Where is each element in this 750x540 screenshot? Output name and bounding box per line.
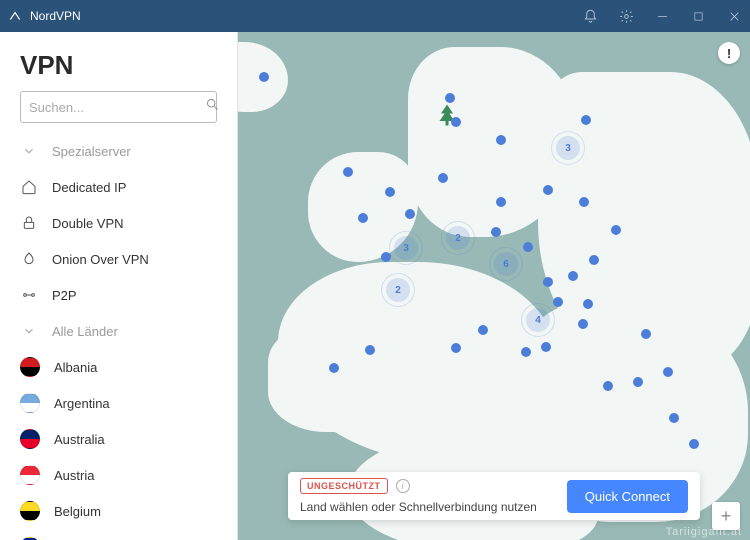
minimize-icon[interactable] — [654, 8, 670, 24]
server-onion-over-vpn[interactable]: Onion Over VPN — [0, 241, 237, 277]
bell-icon[interactable] — [582, 8, 598, 24]
section-label: Spezialserver — [52, 144, 131, 159]
server-label: Onion Over VPN — [52, 252, 149, 267]
map-marker[interactable] — [259, 72, 269, 82]
map-marker[interactable] — [583, 299, 593, 309]
chevron-down-icon — [20, 142, 38, 160]
watermark: Tariigigant.at — [666, 526, 742, 538]
server-label: Double VPN — [52, 216, 124, 231]
map-marker[interactable] — [343, 167, 353, 177]
map-marker[interactable] — [663, 367, 673, 377]
p2p-icon — [20, 286, 38, 304]
country-row[interactable]: Bosnia and Herzegovina — [0, 529, 237, 540]
map-marker[interactable] — [496, 197, 506, 207]
map-marker[interactable] — [451, 117, 461, 127]
map-cluster-marker[interactable]: 2 — [386, 278, 410, 302]
map-marker[interactable] — [669, 413, 679, 423]
map-marker[interactable] — [543, 277, 553, 287]
map-marker[interactable] — [491, 227, 501, 237]
map-marker[interactable] — [521, 347, 531, 357]
sidebar: VPN Spezialserver Dedicated IP Double VP… — [0, 32, 238, 540]
status-badge: UNGESCHÜTZT — [300, 478, 388, 494]
search-icon — [205, 97, 220, 117]
country-label: Austria — [54, 468, 94, 483]
map-cluster-marker[interactable]: 6 — [494, 252, 518, 276]
server-p2p[interactable]: P2P — [0, 277, 237, 313]
search-box[interactable] — [20, 91, 217, 123]
app-title: NordVPN — [30, 9, 81, 23]
flag-icon — [20, 393, 40, 413]
country-label: Australia — [54, 432, 105, 447]
status-bar: UNGESCHÜTZT i Land wählen oder Schnellve… — [288, 472, 700, 520]
map-marker[interactable] — [689, 439, 699, 449]
gear-icon[interactable] — [618, 8, 634, 24]
onion-icon — [20, 250, 38, 268]
map-marker[interactable] — [543, 185, 553, 195]
map-marker[interactable] — [385, 187, 395, 197]
map-marker[interactable] — [641, 329, 651, 339]
map-cluster-marker[interactable]: 3 — [394, 236, 418, 260]
country-row[interactable]: Australia — [0, 421, 237, 457]
flag-icon — [20, 501, 40, 521]
map-marker[interactable] — [405, 209, 415, 219]
alert-badge[interactable]: ! — [718, 42, 740, 64]
server-double-vpn[interactable]: Double VPN — [0, 205, 237, 241]
map-marker[interactable] — [496, 135, 506, 145]
map-marker[interactable] — [541, 342, 551, 352]
map-marker[interactable] — [523, 242, 533, 252]
flag-icon — [20, 357, 40, 377]
country-row[interactable]: Belgium — [0, 493, 237, 529]
info-icon[interactable]: i — [396, 479, 410, 493]
server-list: Spezialserver Dedicated IP Double VPN On… — [0, 133, 237, 540]
map-marker[interactable] — [451, 343, 461, 353]
map-cluster-marker[interactable]: 3 — [556, 136, 580, 160]
server-label: Dedicated IP — [52, 180, 126, 195]
titlebar: NordVPN — [0, 0, 750, 32]
map-marker[interactable] — [579, 197, 589, 207]
map[interactable]: 322643 ! + UNGESCHÜTZT i Land wählen ode… — [238, 32, 750, 540]
app-logo-icon — [8, 9, 22, 23]
map-cluster-marker[interactable]: 4 — [526, 308, 550, 332]
country-label: Albania — [54, 360, 97, 375]
server-label: P2P — [52, 288, 77, 303]
home-icon — [20, 178, 38, 196]
country-row[interactable]: Albania — [0, 349, 237, 385]
map-marker[interactable] — [329, 363, 339, 373]
status-message: Land wählen oder Schnellverbindung nutze… — [300, 500, 537, 514]
section-label: Alle Länder — [52, 324, 118, 339]
map-marker[interactable] — [633, 377, 643, 387]
flag-icon — [20, 465, 40, 485]
map-marker[interactable] — [438, 173, 448, 183]
map-marker[interactable] — [578, 319, 588, 329]
map-marker[interactable] — [603, 381, 613, 391]
maximize-icon[interactable] — [690, 8, 706, 24]
sidebar-title: VPN — [20, 50, 217, 81]
section-special-servers[interactable]: Spezialserver — [0, 133, 237, 169]
search-input[interactable] — [29, 100, 205, 115]
map-marker[interactable] — [445, 93, 455, 103]
map-marker[interactable] — [478, 325, 488, 335]
quick-connect-button[interactable]: Quick Connect — [567, 480, 688, 513]
map-marker[interactable] — [553, 297, 563, 307]
lock-icon — [20, 214, 38, 232]
map-marker[interactable] — [589, 255, 599, 265]
map-marker[interactable] — [568, 271, 578, 281]
country-label: Belgium — [54, 504, 101, 519]
map-cluster-marker[interactable]: 2 — [446, 226, 470, 250]
country-row[interactable]: Argentina — [0, 385, 237, 421]
map-marker[interactable] — [365, 345, 375, 355]
country-row[interactable]: Austria — [0, 457, 237, 493]
map-marker[interactable] — [358, 213, 368, 223]
map-marker[interactable] — [611, 225, 621, 235]
flag-icon — [20, 429, 40, 449]
chevron-down-icon — [20, 322, 38, 340]
server-dedicated-ip[interactable]: Dedicated IP — [0, 169, 237, 205]
close-icon[interactable] — [726, 8, 742, 24]
country-label: Argentina — [54, 396, 110, 411]
section-all-countries[interactable]: Alle Länder — [0, 313, 237, 349]
map-marker[interactable] — [581, 115, 591, 125]
